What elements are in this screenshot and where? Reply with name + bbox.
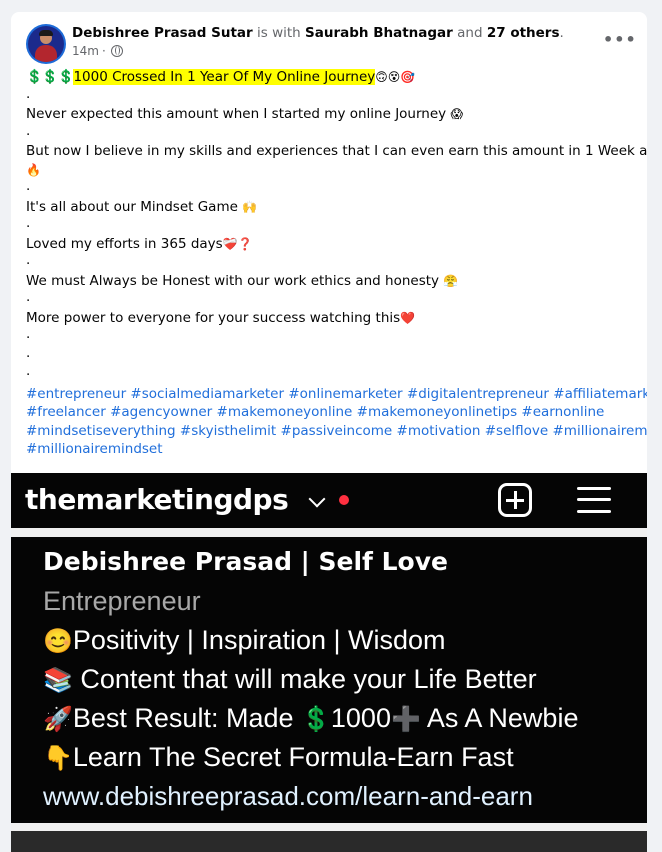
hashtag-link[interactable]: #digitalentrepreneur bbox=[407, 386, 549, 402]
hashtag-link[interactable]: #agencyowner bbox=[110, 404, 212, 420]
books-icon: 📚 bbox=[43, 667, 73, 694]
ig-bio-line: 📚 Content that will make your Life Bette… bbox=[43, 660, 537, 698]
ig-bio-text: 1000 bbox=[330, 703, 391, 733]
text-line: Never expected this amount when I starte… bbox=[26, 105, 636, 124]
spacer-dot: . bbox=[26, 85, 31, 102]
spacer-dot: . bbox=[26, 289, 31, 305]
text-line: We must Always be Honest with our work e… bbox=[26, 272, 636, 291]
tagged-others[interactable]: 27 others bbox=[487, 25, 560, 41]
dollar-emojis: 💲💲💲 bbox=[26, 69, 74, 85]
line-emoji: ❤️ bbox=[400, 310, 416, 325]
and-text: and bbox=[457, 25, 483, 41]
ig-username: themarketingdps bbox=[25, 483, 289, 516]
hashtag-line: #mindsetiseverything #skyisthelimit #pas… bbox=[26, 422, 647, 441]
text-line: It's all about our Mindset Game 🙌 bbox=[26, 198, 636, 217]
rocket-icon: 🚀 bbox=[43, 706, 73, 733]
line-emoji: 😱 bbox=[450, 107, 463, 121]
hashtag-link[interactable]: #onlinemarketer bbox=[288, 386, 402, 402]
ig-bio-line: 😊Positivity | Inspiration | Wisdom bbox=[43, 621, 446, 659]
line-text: It's all about our Mindset Game bbox=[26, 198, 238, 215]
hashtag-link[interactable]: #millionairemindset bbox=[26, 441, 163, 457]
fire-emoji: 🔥 bbox=[26, 162, 41, 177]
text-line: 🔥 bbox=[26, 161, 636, 180]
spacer-dot: . bbox=[26, 215, 31, 231]
smile-icon: 😊 bbox=[43, 628, 73, 655]
avatar-body bbox=[35, 45, 57, 62]
spacer-dot: . bbox=[26, 344, 31, 361]
line-text: Loved my efforts in 365 days bbox=[26, 235, 223, 252]
hashtag-link[interactable]: #socialmediamarketer bbox=[130, 386, 284, 402]
text-line: Loved my efforts in 365 days❤️‍🩹❓ bbox=[26, 235, 636, 254]
hashtag-link[interactable]: #makemoneyonline bbox=[217, 404, 353, 420]
hashtag-line: #entrepreneur #socialmediamarketer #onli… bbox=[26, 385, 647, 404]
ig-bio: Debishree Prasad | Self Love Entrepreneu… bbox=[11, 537, 647, 823]
post-text: 💲💲💲1000 Crossed In 1 Year Of My Online J… bbox=[26, 68, 647, 459]
spacer-dot: . bbox=[26, 363, 31, 379]
line-text: Never expected this amount when I starte… bbox=[26, 106, 447, 122]
line-text: But now I believe in my skills and exper… bbox=[26, 143, 647, 159]
ig-bio-category: Entrepreneur bbox=[43, 586, 201, 616]
hashtag-line: #freelancer #agencyowner #makemoneyonlin… bbox=[26, 403, 636, 422]
author-name[interactable]: Debishree Prasad Sutar bbox=[72, 25, 253, 41]
ig-bio-link: www.debishreeprasad.com/learn-and-earn bbox=[43, 781, 533, 811]
hashtag-link[interactable]: #freelancer bbox=[26, 404, 106, 420]
with-text: is with bbox=[257, 25, 301, 41]
hashtag-link[interactable]: #makemoneyonlinetips bbox=[357, 404, 517, 420]
ig-bio-name: Debishree Prasad | Self Love bbox=[43, 547, 448, 576]
notification-dot-icon bbox=[339, 495, 349, 505]
text-line: More power to everyone for your success … bbox=[26, 309, 636, 328]
line-emoji: 😤 bbox=[443, 273, 459, 288]
line-text: We must Always be Honest with our work e… bbox=[26, 272, 440, 289]
line-emoji: ❤️‍🩹❓ bbox=[222, 236, 253, 251]
hashtag-link[interactable]: #earnonline bbox=[521, 404, 604, 420]
meta-separator: · bbox=[101, 44, 106, 58]
chevron-down-icon bbox=[308, 490, 326, 508]
headline-line: 💲💲💲1000 Crossed In 1 Year Of My Online J… bbox=[26, 68, 636, 87]
tagged-user[interactable]: Saurabh Bhatnagar bbox=[305, 25, 453, 41]
menu-icon bbox=[577, 485, 611, 515]
avatar-hair bbox=[39, 30, 53, 36]
hashtag-link[interactable]: #millionairemotivation bbox=[553, 423, 648, 439]
spacer-dot: . bbox=[26, 326, 31, 342]
post-card: Debishree Prasad Sutar is with Saurabh B… bbox=[11, 12, 647, 852]
headline-text: 1000 Crossed In 1 Year Of My Online Jour… bbox=[73, 69, 376, 85]
hashtag-link[interactable]: #mindsetiseverything bbox=[26, 423, 176, 439]
hashtag-link[interactable]: #entrepreneur bbox=[26, 386, 126, 402]
text-line: But now I believe in my skills and exper… bbox=[26, 142, 647, 161]
add-post-icon bbox=[498, 483, 532, 517]
hashtag-line: #millionairemindset bbox=[26, 440, 636, 459]
post-time[interactable]: 14m bbox=[72, 43, 99, 59]
headline-emojis: 🙃😵🎯 bbox=[375, 70, 416, 84]
ig-bio-text: Best Result: Made bbox=[72, 703, 301, 733]
spacer-dot: . bbox=[26, 252, 31, 268]
hashtag-link[interactable]: #affiliatemarketer bbox=[553, 386, 647, 402]
hashtag-link[interactable]: #passiveincome bbox=[281, 423, 393, 439]
hashtag-link[interactable]: #motivation bbox=[397, 423, 481, 439]
ig-bio-line: 👇Learn The Secret Formula-Earn Fast bbox=[43, 738, 514, 776]
hashtag-link[interactable]: #selflove bbox=[485, 423, 548, 439]
spacer-dot: . bbox=[26, 178, 31, 194]
globe-icon[interactable] bbox=[110, 45, 123, 57]
ig-bio-text: Positivity | Inspiration | Wisdom bbox=[72, 625, 446, 655]
spacer-dot: . bbox=[26, 122, 31, 139]
line-text: More power to everyone for your success … bbox=[26, 309, 401, 326]
post-header: Debishree Prasad Sutar is with Saurabh B… bbox=[11, 12, 647, 72]
ig-bio-text: As A Newbie bbox=[420, 703, 579, 733]
post-meta: 14m · bbox=[72, 43, 123, 59]
ig-bio-text: Content that will make your Life Better bbox=[72, 664, 537, 694]
ig-bio-line: 🚀Best Result: Made 💲1000➕ As A Newbie bbox=[43, 699, 578, 737]
ig-bio-text: Learn The Secret Formula-Earn Fast bbox=[72, 742, 514, 772]
more-options-icon[interactable]: ••• bbox=[603, 30, 636, 50]
line-emoji: 🙌 bbox=[242, 199, 258, 214]
point-down-icon: 👇 bbox=[43, 745, 73, 772]
avatar[interactable] bbox=[28, 26, 64, 62]
hashtag-link[interactable]: #skyisthelimit bbox=[180, 423, 276, 439]
plus-icon: ➕ bbox=[390, 706, 421, 733]
title-period: . bbox=[559, 25, 564, 41]
ig-top-bar: themarketingdps bbox=[11, 473, 647, 528]
dollar-icon: 💲 bbox=[301, 706, 331, 733]
hashtags: #entrepreneur #socialmediamarketer #onli… bbox=[26, 385, 647, 459]
post-title-line: Debishree Prasad Sutar is with Saurabh B… bbox=[72, 24, 564, 42]
post-image[interactable]: themarketingdps Debishree Prasad | Self … bbox=[11, 473, 647, 852]
